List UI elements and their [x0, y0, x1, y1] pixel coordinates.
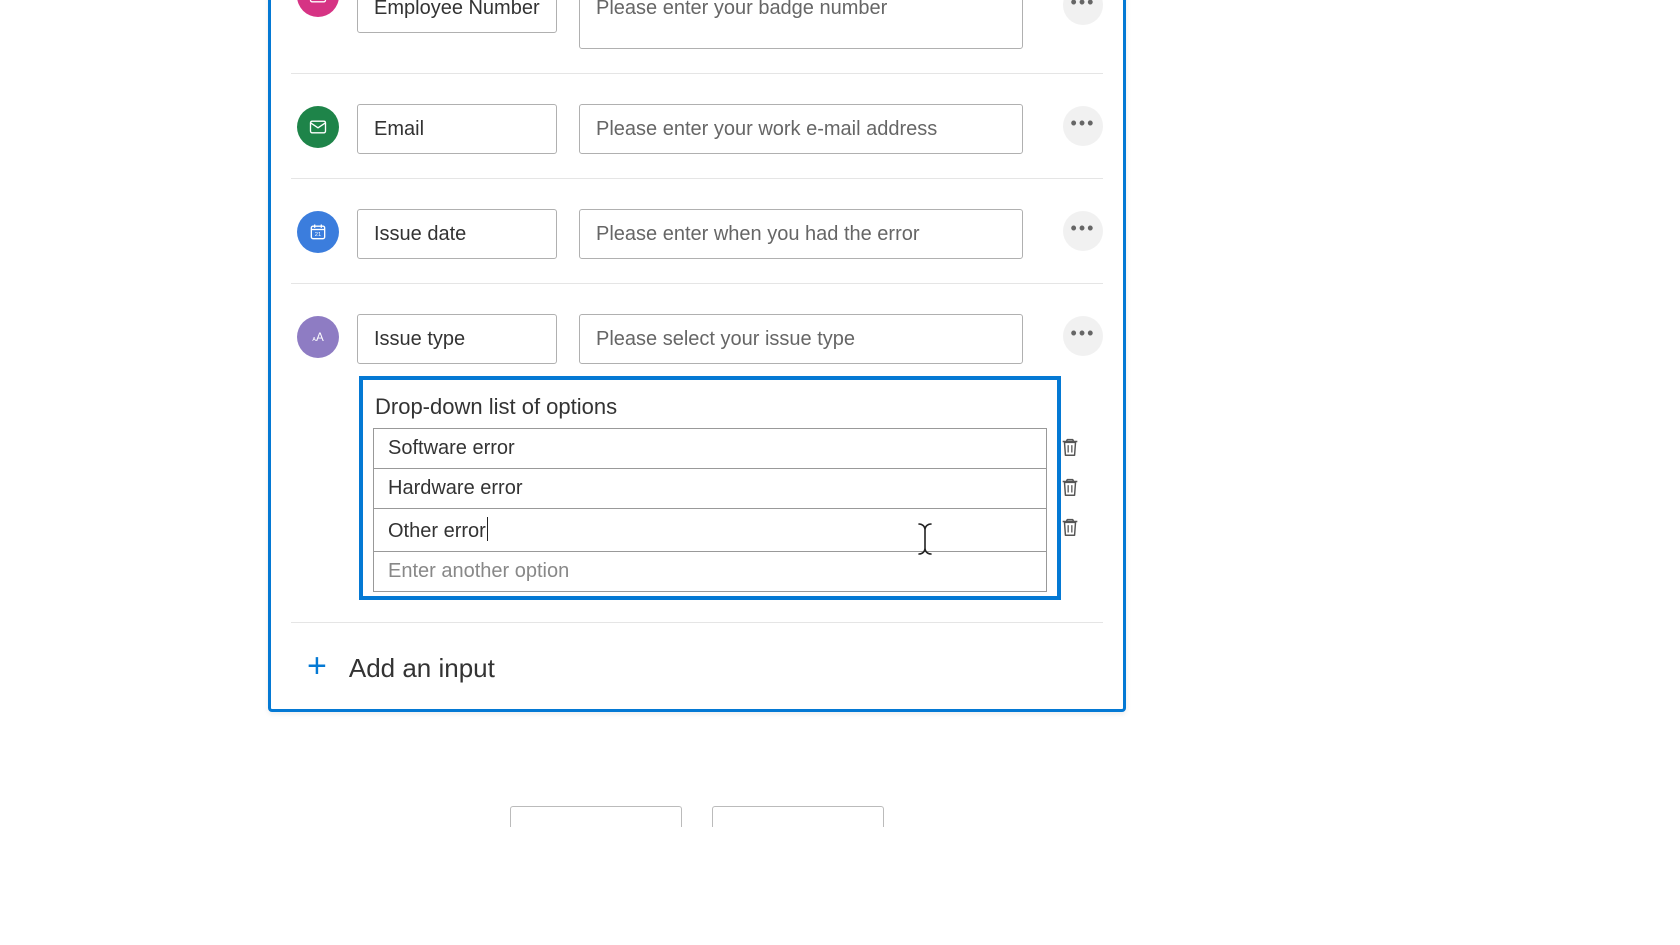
delete-option-button[interactable] — [1056, 474, 1084, 507]
dropdown-option-input[interactable]: Hardware error — [374, 469, 1046, 509]
field-prompt-input[interactable]: Please enter your badge number — [579, 0, 1023, 49]
dropdown-new-option-input[interactable]: Enter another option — [374, 552, 1046, 592]
dropdown-option-text: Software error — [388, 437, 515, 459]
field-name-input[interactable]: Email — [357, 104, 557, 154]
new-step-button[interactable] — [510, 806, 682, 827]
ellipsis-icon: ••• — [1071, 219, 1096, 237]
field-prompt-input[interactable]: Please select your issue type — [579, 314, 1023, 364]
bottom-button-row — [510, 806, 884, 827]
field-more-button[interactable]: ••• — [1063, 211, 1103, 251]
svg-text:ᴀA: ᴀA — [312, 331, 324, 344]
field-name-input[interactable]: Employee Number — [357, 0, 557, 33]
dropdown-options-panel: Drop-down list of options Software error… — [359, 376, 1061, 600]
field-name-input[interactable]: Issue date — [357, 209, 557, 259]
calendar-icon: 21 — [297, 211, 339, 253]
field-row-issue-type: ᴀA Issue type Please select your issue t… — [271, 284, 1123, 364]
text-caret — [487, 517, 488, 541]
field-row-email: Email Please enter your work e-mail addr… — [271, 74, 1123, 164]
delete-option-button[interactable] — [1056, 514, 1084, 547]
field-row-issue-date: 21 Issue date Please enter when you had … — [271, 179, 1123, 269]
plus-icon: + — [307, 649, 327, 683]
ellipsis-icon: ••• — [1071, 324, 1096, 342]
trigger-card: 123 Employee Number Please enter your ba… — [268, 0, 1126, 712]
field-more-button[interactable]: ••• — [1063, 0, 1103, 25]
add-action-button[interactable] — [712, 806, 884, 827]
dropdown-title: Drop-down list of options — [363, 380, 1057, 428]
field-row-employee-number: 123 Employee Number Please enter your ba… — [271, 0, 1123, 59]
delete-option-button[interactable] — [1056, 434, 1084, 467]
add-input-label: Add an input — [349, 653, 495, 684]
dropdown-editor: Drop-down list of options Software error… — [359, 376, 1123, 600]
field-more-button[interactable]: ••• — [1063, 106, 1103, 146]
field-more-button[interactable]: ••• — [1063, 316, 1103, 356]
add-input-button[interactable]: + Add an input — [271, 623, 1123, 685]
ellipsis-icon: ••• — [1071, 0, 1096, 11]
ellipsis-icon: ••• — [1071, 114, 1096, 132]
dropdown-option-text: Other error — [388, 520, 486, 542]
dropdown-option-input[interactable]: Other error — [374, 509, 1046, 552]
dropdown-option-list: Software error Hardware error Other erro… — [373, 428, 1047, 592]
svg-text:123: 123 — [312, 0, 323, 1]
dropdown-option-input[interactable]: Software error — [374, 429, 1046, 469]
field-prompt-input[interactable]: Please enter your work e-mail address — [579, 104, 1023, 154]
field-prompt-input[interactable]: Please enter when you had the error — [579, 209, 1023, 259]
svg-text:21: 21 — [315, 232, 321, 238]
number-icon: 123 — [297, 0, 339, 17]
dropdown-option-text: Hardware error — [388, 477, 522, 499]
field-name-input[interactable]: Issue type — [357, 314, 557, 364]
email-icon — [297, 106, 339, 148]
text-icon: ᴀA — [297, 316, 339, 358]
